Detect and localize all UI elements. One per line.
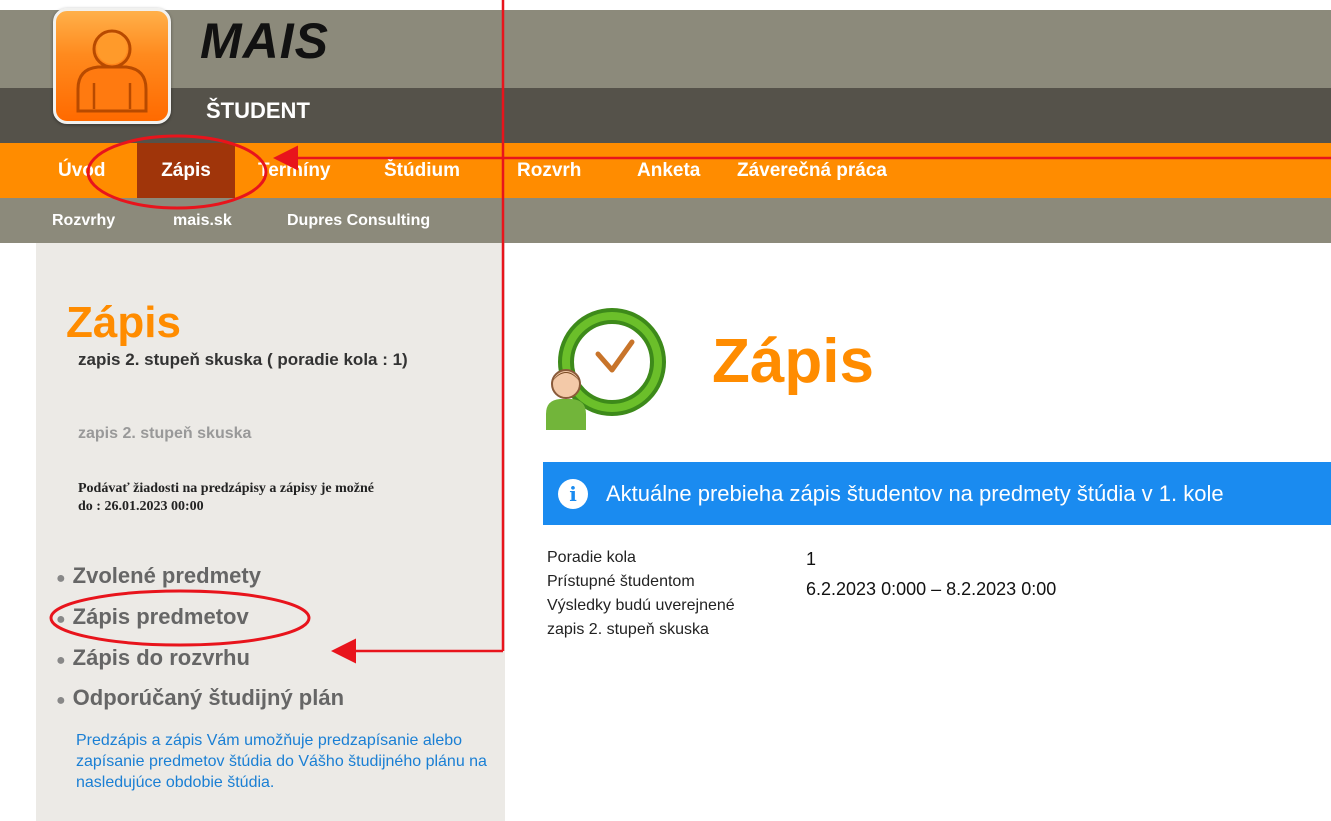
- menu-item-terminy[interactable]: Termíny: [244, 143, 345, 198]
- menu-item-zaverecna-praca[interactable]: Záverečná práca: [723, 143, 901, 198]
- sidebar-link-zapis-do-rozvrhu[interactable]: ● Zápis do rozvrhu: [56, 645, 250, 671]
- alert-text: Aktuálne prebieha zápis študentov na pre…: [606, 481, 1224, 506]
- app-logo[interactable]: [53, 8, 171, 124]
- deadline-note-line2: do : 26.01.2023 00:00: [78, 499, 204, 514]
- info-icon: i: [558, 479, 588, 509]
- app-subtitle: ŠTUDENT: [206, 98, 310, 123]
- sidebar-link-label: Zápis predmetov: [72, 604, 249, 629]
- info-label-pristupne: Prístupné študentom: [547, 573, 695, 590]
- bullet-icon: ●: [56, 611, 66, 628]
- deadline-note-line1: Podávať žiadosti na predzápisy a zápisy …: [78, 481, 374, 496]
- submenu-item-mais-sk[interactable]: mais.sk: [173, 198, 232, 243]
- menu-item-rozvrh[interactable]: Rozvrh: [503, 143, 595, 198]
- main-menu: Úvod Zápis Termíny Štúdium Rozvrh Anketa…: [0, 143, 1331, 198]
- sidebar-link-label: Zvolené predmety: [72, 563, 261, 588]
- menu-item-studium[interactable]: Štúdium: [370, 143, 474, 198]
- info-label-vysledky: Výsledky budú uverejnené: [547, 597, 735, 614]
- sidebar-subtitle-secondary: zapis 2. stupeň skuska: [78, 425, 252, 442]
- page-title: Zápis: [712, 327, 874, 396]
- menu-item-anketa[interactable]: Anketa: [623, 143, 714, 198]
- app-name: MAIS: [200, 13, 329, 69]
- sidebar-link-zapis-predmetov[interactable]: ● Zápis predmetov: [56, 604, 249, 630]
- header-top-stripe: [0, 0, 1331, 10]
- submenu-item-rozvrhy[interactable]: Rozvrhy: [52, 198, 115, 243]
- info-value-pristupne: 6.2.2023 0:000 – 8.2.2023 0:00: [806, 579, 1057, 599]
- enrollment-clock-icon: [540, 306, 680, 439]
- sidebar-description: Predzápis a zápis Vám umožňuje predzapís…: [76, 732, 487, 791]
- sidebar-link-label: Odporúčaný študijný plán: [72, 685, 345, 710]
- bullet-icon: ●: [56, 652, 66, 669]
- sidebar-link-zvolene-predmety[interactable]: ● Zvolené predmety: [56, 563, 261, 589]
- sidebar-link-label: Zápis do rozvrhu: [72, 645, 250, 670]
- info-label-zapis-name: zapis 2. stupeň skuska: [547, 621, 709, 638]
- sidebar-deadline-note: Podávať žiadosti na predzápisy a zápisy …: [78, 480, 508, 516]
- sub-menu: Rozvrhy mais.sk Dupres Consulting: [0, 198, 1331, 243]
- info-label-poradie-kola: Poradie kola: [547, 549, 636, 566]
- header-dark-bar: [0, 88, 1331, 143]
- bullet-icon: ●: [56, 570, 66, 587]
- sidebar-link-odporucany-plan[interactable]: ● Odporúčaný študijný plán: [56, 685, 344, 711]
- submenu-item-dupres-consulting[interactable]: Dupres Consulting: [287, 198, 430, 243]
- menu-item-uvod[interactable]: Úvod: [44, 143, 120, 198]
- menu-item-zapis[interactable]: Zápis: [137, 143, 235, 198]
- bullet-icon: ●: [56, 692, 66, 709]
- sidebar-title: Zápis: [66, 298, 181, 347]
- student-avatar-icon: [76, 29, 148, 113]
- sidebar-subtitle: zapis 2. stupeň skuska ( poradie kola : …: [78, 350, 408, 369]
- info-alert: i Aktuálne prebieha zápis študentov na p…: [543, 462, 1331, 525]
- info-value-poradie-kola: 1: [806, 549, 817, 569]
